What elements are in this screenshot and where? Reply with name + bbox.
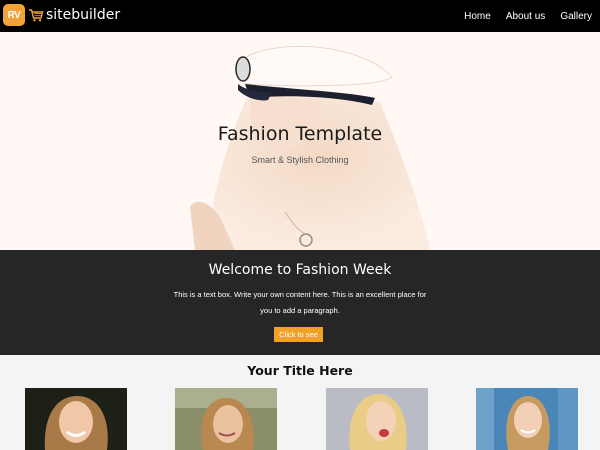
logo-badge: RV [3, 4, 25, 26]
portrait-photo-icon [476, 388, 578, 450]
site-logo[interactable]: RV sitebuilder [3, 4, 120, 26]
hero-subtitle: Smart & Stylish Clothing [251, 155, 349, 165]
click-to-see-button[interactable]: Click to see [274, 327, 323, 342]
nav-link-home[interactable]: Home [464, 11, 491, 22]
gallery-card-1[interactable] [25, 388, 127, 450]
portrait-photo-icon [326, 388, 428, 450]
welcome-paragraph: This is a text box. Write your own conte… [173, 290, 427, 315]
gallery-card-2[interactable] [175, 388, 277, 450]
hero-banner: Fashion Template Smart & Stylish Clothin… [0, 32, 600, 250]
hero-title: Fashion Template [217, 123, 383, 145]
portrait-photo-icon [175, 388, 277, 450]
welcome-heading: Welcome to Fashion Week [208, 262, 392, 278]
cart-icon [29, 9, 44, 22]
portrait-photo-icon [25, 388, 127, 450]
nav-menu: Home About us Gallery [449, 0, 592, 32]
gallery-title: Your Title Here [247, 363, 353, 378]
logo-text: sitebuilder [46, 7, 121, 23]
top-navbar: RV sitebuilder Home About us Gallery [0, 0, 600, 32]
gallery-card-4[interactable] [476, 388, 578, 450]
nav-link-about[interactable]: About us [506, 11, 545, 22]
nav-link-gallery[interactable]: Gallery [560, 11, 592, 22]
gallery-card-3[interactable] [326, 388, 428, 450]
